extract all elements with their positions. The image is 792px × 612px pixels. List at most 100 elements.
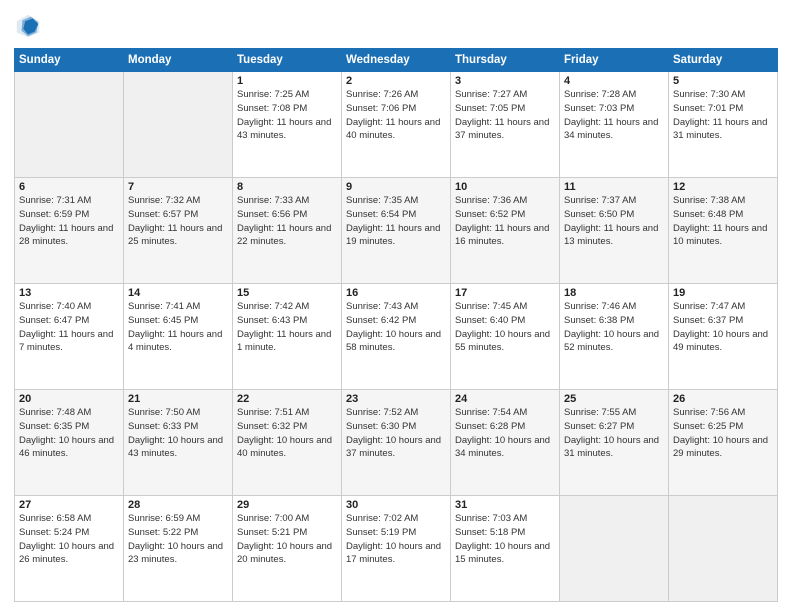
day-info: Sunrise: 7:37 AMSunset: 6:50 PMDaylight:…	[564, 194, 664, 249]
day-number: 9	[346, 181, 446, 193]
day-number: 25	[564, 393, 664, 405]
calendar-cell: 29Sunrise: 7:00 AMSunset: 5:21 PMDayligh…	[233, 496, 342, 602]
calendar-cell: 19Sunrise: 7:47 AMSunset: 6:37 PMDayligh…	[669, 284, 778, 390]
calendar-cell: 20Sunrise: 7:48 AMSunset: 6:35 PMDayligh…	[15, 390, 124, 496]
day-number: 30	[346, 499, 446, 511]
weekday-header-monday: Monday	[124, 49, 233, 72]
sunrise-text: Sunrise: 7:27 AM	[455, 88, 555, 102]
calendar-cell	[124, 72, 233, 178]
sunrise-text: Sunrise: 7:41 AM	[128, 300, 228, 314]
sunset-text: Sunset: 5:18 PM	[455, 526, 555, 540]
sunrise-text: Sunrise: 7:32 AM	[128, 194, 228, 208]
weekday-header-friday: Friday	[560, 49, 669, 72]
weekday-header-wednesday: Wednesday	[342, 49, 451, 72]
day-number: 4	[564, 75, 664, 87]
day-number: 3	[455, 75, 555, 87]
day-info: Sunrise: 7:42 AMSunset: 6:43 PMDaylight:…	[237, 300, 337, 355]
day-info: Sunrise: 7:40 AMSunset: 6:47 PMDaylight:…	[19, 300, 119, 355]
sunrise-text: Sunrise: 7:30 AM	[673, 88, 773, 102]
sunset-text: Sunset: 6:59 PM	[19, 208, 119, 222]
day-number: 1	[237, 75, 337, 87]
day-number: 14	[128, 287, 228, 299]
calendar-cell: 28Sunrise: 6:59 AMSunset: 5:22 PMDayligh…	[124, 496, 233, 602]
calendar-cell: 10Sunrise: 7:36 AMSunset: 6:52 PMDayligh…	[451, 178, 560, 284]
calendar-page: SundayMondayTuesdayWednesdayThursdayFrid…	[0, 0, 792, 612]
day-info: Sunrise: 7:45 AMSunset: 6:40 PMDaylight:…	[455, 300, 555, 355]
calendar-cell: 22Sunrise: 7:51 AMSunset: 6:32 PMDayligh…	[233, 390, 342, 496]
day-info: Sunrise: 7:30 AMSunset: 7:01 PMDaylight:…	[673, 88, 773, 143]
calendar-table: SundayMondayTuesdayWednesdayThursdayFrid…	[14, 48, 778, 602]
sunrise-text: Sunrise: 7:36 AM	[455, 194, 555, 208]
sunrise-text: Sunrise: 7:47 AM	[673, 300, 773, 314]
weekday-header-row: SundayMondayTuesdayWednesdayThursdayFrid…	[15, 49, 778, 72]
daylight-text: Daylight: 10 hours and 43 minutes.	[128, 434, 228, 462]
day-info: Sunrise: 7:31 AMSunset: 6:59 PMDaylight:…	[19, 194, 119, 249]
day-info: Sunrise: 7:43 AMSunset: 6:42 PMDaylight:…	[346, 300, 446, 355]
sunrise-text: Sunrise: 7:25 AM	[237, 88, 337, 102]
day-info: Sunrise: 7:35 AMSunset: 6:54 PMDaylight:…	[346, 194, 446, 249]
daylight-text: Daylight: 11 hours and 4 minutes.	[128, 328, 228, 356]
calendar-cell: 8Sunrise: 7:33 AMSunset: 6:56 PMDaylight…	[233, 178, 342, 284]
sunrise-text: Sunrise: 7:33 AM	[237, 194, 337, 208]
sunset-text: Sunset: 7:06 PM	[346, 102, 446, 116]
day-info: Sunrise: 7:52 AMSunset: 6:30 PMDaylight:…	[346, 406, 446, 461]
daylight-text: Daylight: 10 hours and 20 minutes.	[237, 540, 337, 568]
day-number: 7	[128, 181, 228, 193]
calendar-cell: 6Sunrise: 7:31 AMSunset: 6:59 PMDaylight…	[15, 178, 124, 284]
logo	[14, 12, 46, 40]
day-number: 27	[19, 499, 119, 511]
daylight-text: Daylight: 10 hours and 17 minutes.	[346, 540, 446, 568]
daylight-text: Daylight: 10 hours and 52 minutes.	[564, 328, 664, 356]
calendar-cell: 12Sunrise: 7:38 AMSunset: 6:48 PMDayligh…	[669, 178, 778, 284]
day-info: Sunrise: 7:02 AMSunset: 5:19 PMDaylight:…	[346, 512, 446, 567]
sunset-text: Sunset: 7:05 PM	[455, 102, 555, 116]
daylight-text: Daylight: 11 hours and 40 minutes.	[346, 116, 446, 144]
sunrise-text: Sunrise: 7:38 AM	[673, 194, 773, 208]
calendar-cell: 11Sunrise: 7:37 AMSunset: 6:50 PMDayligh…	[560, 178, 669, 284]
daylight-text: Daylight: 11 hours and 34 minutes.	[564, 116, 664, 144]
sunset-text: Sunset: 7:03 PM	[564, 102, 664, 116]
daylight-text: Daylight: 10 hours and 40 minutes.	[237, 434, 337, 462]
day-info: Sunrise: 7:46 AMSunset: 6:38 PMDaylight:…	[564, 300, 664, 355]
sunrise-text: Sunrise: 7:55 AM	[564, 406, 664, 420]
calendar-week-5: 27Sunrise: 6:58 AMSunset: 5:24 PMDayligh…	[15, 496, 778, 602]
day-info: Sunrise: 7:47 AMSunset: 6:37 PMDaylight:…	[673, 300, 773, 355]
day-info: Sunrise: 7:00 AMSunset: 5:21 PMDaylight:…	[237, 512, 337, 567]
daylight-text: Daylight: 10 hours and 49 minutes.	[673, 328, 773, 356]
calendar-cell	[669, 496, 778, 602]
sunset-text: Sunset: 6:42 PM	[346, 314, 446, 328]
day-number: 16	[346, 287, 446, 299]
daylight-text: Daylight: 11 hours and 37 minutes.	[455, 116, 555, 144]
sunset-text: Sunset: 7:01 PM	[673, 102, 773, 116]
sunset-text: Sunset: 6:57 PM	[128, 208, 228, 222]
calendar-cell: 7Sunrise: 7:32 AMSunset: 6:57 PMDaylight…	[124, 178, 233, 284]
calendar-cell	[560, 496, 669, 602]
day-info: Sunrise: 6:58 AMSunset: 5:24 PMDaylight:…	[19, 512, 119, 567]
sunrise-text: Sunrise: 6:59 AM	[128, 512, 228, 526]
day-number: 5	[673, 75, 773, 87]
calendar-week-2: 6Sunrise: 7:31 AMSunset: 6:59 PMDaylight…	[15, 178, 778, 284]
sunrise-text: Sunrise: 7:03 AM	[455, 512, 555, 526]
sunset-text: Sunset: 6:38 PM	[564, 314, 664, 328]
calendar-cell: 2Sunrise: 7:26 AMSunset: 7:06 PMDaylight…	[342, 72, 451, 178]
calendar-cell: 21Sunrise: 7:50 AMSunset: 6:33 PMDayligh…	[124, 390, 233, 496]
calendar-cell: 1Sunrise: 7:25 AMSunset: 7:08 PMDaylight…	[233, 72, 342, 178]
calendar-cell: 18Sunrise: 7:46 AMSunset: 6:38 PMDayligh…	[560, 284, 669, 390]
sunrise-text: Sunrise: 7:43 AM	[346, 300, 446, 314]
sunset-text: Sunset: 6:50 PM	[564, 208, 664, 222]
day-info: Sunrise: 7:32 AMSunset: 6:57 PMDaylight:…	[128, 194, 228, 249]
sunset-text: Sunset: 6:48 PM	[673, 208, 773, 222]
sunrise-text: Sunrise: 7:35 AM	[346, 194, 446, 208]
daylight-text: Daylight: 11 hours and 31 minutes.	[673, 116, 773, 144]
day-number: 19	[673, 287, 773, 299]
calendar-cell: 24Sunrise: 7:54 AMSunset: 6:28 PMDayligh…	[451, 390, 560, 496]
sunrise-text: Sunrise: 7:28 AM	[564, 88, 664, 102]
day-info: Sunrise: 7:54 AMSunset: 6:28 PMDaylight:…	[455, 406, 555, 461]
sunrise-text: Sunrise: 7:56 AM	[673, 406, 773, 420]
daylight-text: Daylight: 11 hours and 25 minutes.	[128, 222, 228, 250]
sunrise-text: Sunrise: 7:31 AM	[19, 194, 119, 208]
day-number: 23	[346, 393, 446, 405]
daylight-text: Daylight: 11 hours and 22 minutes.	[237, 222, 337, 250]
sunset-text: Sunset: 6:37 PM	[673, 314, 773, 328]
sunset-text: Sunset: 6:27 PM	[564, 420, 664, 434]
